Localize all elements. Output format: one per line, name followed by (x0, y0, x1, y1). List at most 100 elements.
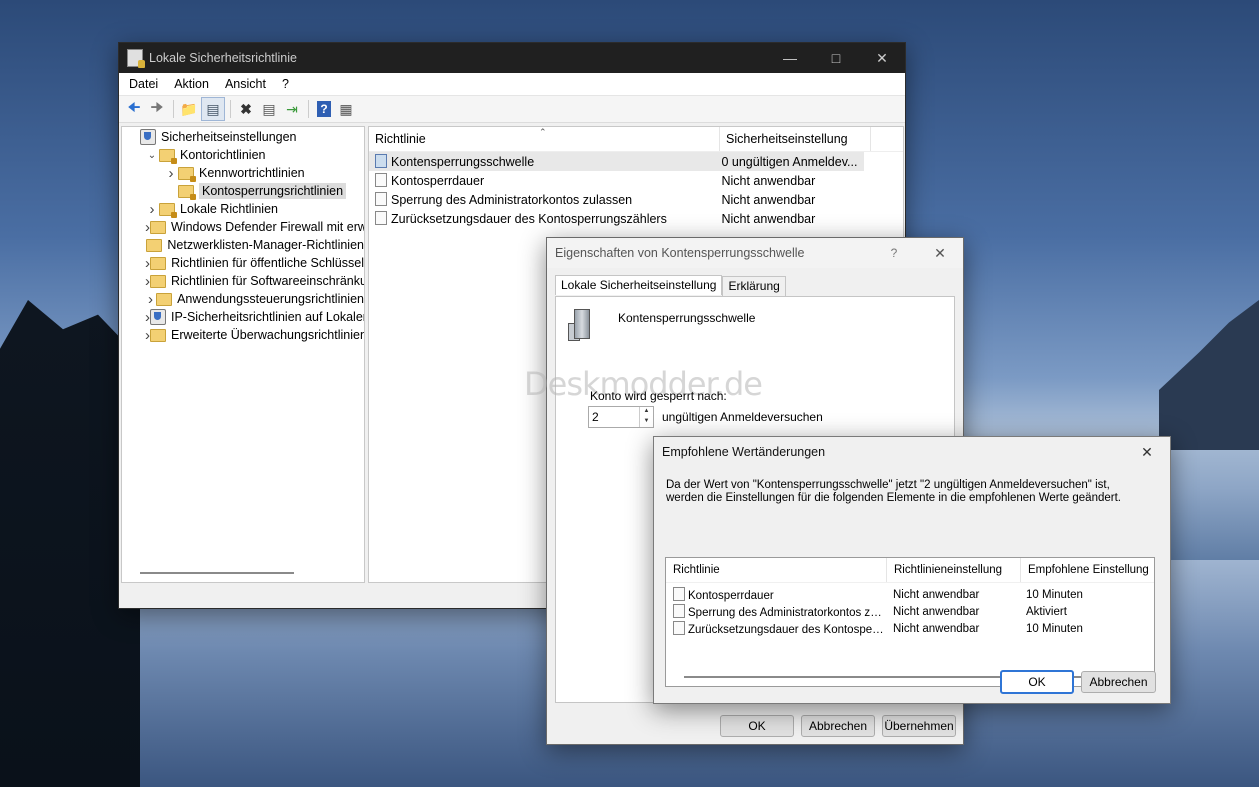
locked-folder-icon (178, 166, 196, 182)
tree-item-label: Kontorichtlinien (180, 148, 266, 162)
help-icon[interactable]: ? (317, 101, 331, 117)
up-folder-icon[interactable]: 📁 (178, 98, 200, 120)
policy-row[interactable]: Zurücksetzungsdauer des Kontosperrungszä… (369, 209, 864, 228)
props-apply-button[interactable]: Übernehmen (882, 715, 956, 737)
rec-header-current[interactable]: Richtlinieneinstellung (887, 558, 1021, 582)
policy-name: Zurücksetzungsdauer des Kontosperrungszä… (391, 212, 667, 226)
chevron-right-icon[interactable]: › (145, 291, 156, 308)
lockout-attempts-input[interactable]: 2 (589, 407, 639, 427)
rec-ok-button[interactable]: OK (1000, 670, 1074, 694)
recommended-changes-table: Richtlinie Richtlinieneinstellung Empfoh… (665, 557, 1155, 687)
close-button[interactable]: ✕ (859, 43, 905, 73)
tree-item[interactable]: Kontosperrungsrichtlinien (122, 182, 364, 200)
tree-item-label: Windows Defender Firewall mit erweit (171, 220, 365, 234)
props-close-button[interactable]: ✕ (917, 238, 963, 268)
forward-arrow-icon[interactable]: 🠊 (146, 98, 168, 120)
rec-row[interactable]: Zurücksetzungsdauer des Kontosperru... Ni… (666, 620, 1154, 637)
folder-icon (150, 274, 166, 288)
tree-item[interactable]: › Richtlinien für öffentliche Schlüssel (122, 254, 364, 272)
policy-icon (375, 211, 387, 225)
rec-rows: Kontosperrdauer Nicht anwendbar 10 Minuten… (666, 586, 1154, 637)
column-header-policy[interactable]: ⌃ Richtlinie (369, 127, 720, 151)
tree-item-label: Richtlinien für öffentliche Schlüssel (171, 256, 364, 270)
chevron-right-icon[interactable]: › (164, 165, 178, 182)
tab-explanation[interactable]: Erklärung (722, 276, 786, 296)
minimize-button[interactable]: — (767, 43, 813, 73)
security-shield-icon (140, 129, 156, 145)
spin-up-icon[interactable]: ▲ (640, 407, 653, 417)
rec-recommended-setting: 10 Minuten (1026, 622, 1083, 635)
menu-ansicht[interactable]: Ansicht (219, 77, 272, 91)
tree-item[interactable]: › Erweiterte Überwachungsrichtlinienkc (122, 326, 364, 344)
locked-folder-icon (178, 184, 196, 200)
tree-item-label: Anwendungssteuerungsrichtlinien (177, 292, 364, 306)
props-ok-button[interactable]: OK (720, 715, 794, 737)
tree-item[interactable]: › Anwendungssteuerungsrichtlinien (122, 290, 364, 308)
props-help-button[interactable]: ? (871, 238, 917, 268)
tree-item[interactable]: › IP-Sicherheitsrichtlinien auf Lokaler C (122, 308, 364, 326)
rec-message: Da der Wert von "Kontensperrungsschwelle… (666, 479, 1121, 504)
chevron-right-icon[interactable]: › (145, 201, 159, 218)
lockout-label: Konto wird gesperrt nach: (590, 389, 727, 403)
tree-item[interactable]: Sicherheitseinstellungen (122, 128, 364, 146)
policy-row[interactable]: Kontosperrdauer Nicht anwendbar (369, 171, 864, 190)
tree-item-label: Sicherheitseinstellungen (161, 130, 297, 144)
toolbar: 🠈 🠊 📁 ▤ ✖ ▤ ⇥ ? ▦ (119, 96, 905, 123)
chevron-down-icon[interactable]: ⌄ (145, 150, 159, 161)
tree-item-label: Richtlinien für Softwareeinschränkung (171, 274, 365, 288)
rec-close-button[interactable]: ✕ (1124, 437, 1170, 467)
tree-item[interactable]: › Windows Defender Firewall mit erweit (122, 218, 364, 236)
rec-title: Empfohlene Wertänderungen (662, 445, 826, 459)
policy-setting: Nicht anwendbar (721, 192, 816, 207)
tree-horizontal-scrollbar[interactable] (140, 572, 294, 574)
locked-folder-icon (159, 148, 177, 164)
folder-icon (146, 238, 163, 252)
policy-row[interactable]: Kontensperrungsschwelle 0 ungültigen Anme… (369, 152, 864, 171)
menu-help[interactable]: ? (276, 77, 295, 91)
export-list-icon[interactable]: ⇥ (281, 98, 303, 120)
props-titlebar[interactable]: Eigenschaften von Kontensperrungsschwell… (547, 238, 963, 268)
show-hide-tree-icon[interactable]: ▤ (201, 97, 225, 121)
props-title: Eigenschaften von Kontensperrungsschwell… (555, 246, 805, 260)
rec-header-policy[interactable]: Richtlinie (666, 558, 887, 582)
delete-icon[interactable]: ✖ (235, 98, 257, 120)
rec-header-recommended[interactable]: Empfohlene Einstellung (1021, 558, 1152, 582)
menu-aktion[interactable]: Aktion (168, 77, 215, 91)
tree-item-label: Kontosperrungsrichtlinien (199, 183, 347, 199)
lockout-attempts-spinner[interactable]: 2 ▲ ▼ (588, 406, 654, 428)
maximize-button[interactable]: □ (813, 43, 859, 73)
locked-folder-icon (159, 202, 177, 218)
toolbar-separator (308, 100, 309, 118)
console-icon[interactable]: ▦ (335, 98, 357, 120)
props-tabs: Lokale Sicherheitseinstellung Erklärung (555, 275, 786, 296)
column-header-setting[interactable]: Sicherheitseinstellung (720, 127, 871, 151)
policy-icon (375, 173, 387, 187)
spin-down-icon[interactable]: ▼ (640, 417, 653, 427)
rec-row[interactable]: Sperrung des Administratorkontos zulas..… (666, 603, 1154, 620)
policy-icon (375, 154, 387, 168)
main-titlebar[interactable]: Lokale Sicherheitsrichtlinie — □ ✕ (119, 43, 905, 73)
tree-item[interactable]: › Kennwortrichtlinien (122, 164, 364, 182)
recommended-changes-dialog: Empfohlene Wertänderungen ✕ Da der Wert … (653, 436, 1171, 704)
rec-recommended-setting: 10 Minuten (1026, 588, 1083, 601)
back-arrow-icon[interactable]: 🠈 (123, 98, 145, 120)
tree-item[interactable]: Netzwerklisten-Manager-Richtlinien (122, 236, 364, 254)
policy-row[interactable]: Sperrung des Administratorkontos zulasse… (369, 190, 864, 209)
tree-item[interactable]: › Lokale Richtlinien (122, 200, 364, 218)
rec-current-setting: Nicht anwendbar (893, 605, 980, 618)
menu-datei[interactable]: Datei (123, 77, 164, 91)
properties-icon[interactable]: ▤ (258, 98, 280, 120)
tree-item-label: Kennwortrichtlinien (199, 166, 305, 180)
menu-bar: Datei Aktion Ansicht ? (119, 73, 905, 96)
security-shield-icon (150, 309, 166, 325)
tree-item[interactable]: ⌄ Kontorichtlinien (122, 146, 364, 164)
tree-item-label: Netzwerklisten-Manager-Richtlinien (167, 238, 364, 252)
props-cancel-button[interactable]: Abbrechen (801, 715, 875, 737)
main-window-title: Lokale Sicherheitsrichtlinie (149, 51, 297, 65)
rec-cancel-button[interactable]: Abbrechen (1081, 671, 1156, 693)
rec-titlebar[interactable]: Empfohlene Wertänderungen ✕ (654, 437, 1170, 467)
rec-row[interactable]: Kontosperrdauer Nicht anwendbar 10 Minuten (666, 586, 1154, 603)
tree-item[interactable]: › Richtlinien für Softwareeinschränkung (122, 272, 364, 290)
tab-local-security-setting[interactable]: Lokale Sicherheitseinstellung (555, 275, 723, 295)
rec-policy-name: Zurücksetzungsdauer des Kontosperru... (688, 624, 886, 636)
